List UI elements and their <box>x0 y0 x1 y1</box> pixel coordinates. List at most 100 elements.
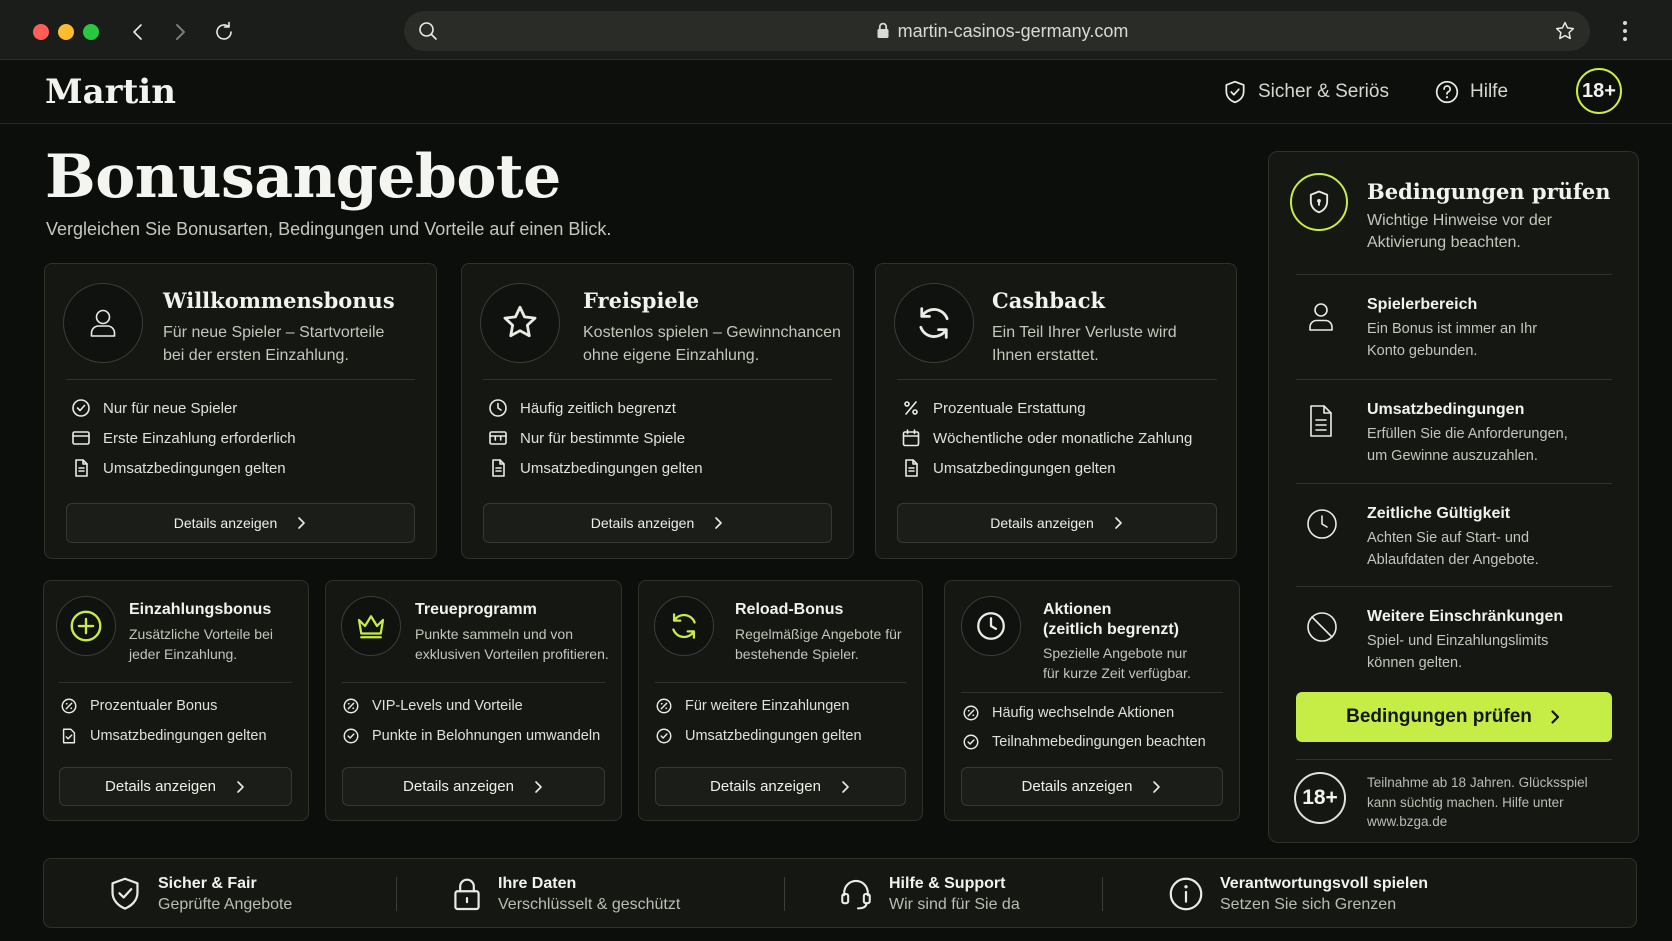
url-text: martin-casinos-germany.com <box>897 21 1129 41</box>
details-button[interactable]: Details anzeigen <box>961 767 1223 806</box>
clock-icon <box>961 596 1021 656</box>
document-icon <box>71 458 91 478</box>
sidebar-divider <box>1296 586 1612 587</box>
sidebar-item-desc: Achten Sie auf Start- und <box>1367 530 1530 546</box>
sidebar-item-title: Umsatzbedingungen <box>1367 401 1525 418</box>
slot-icon <box>488 428 508 448</box>
nav-link-sicher[interactable]: Sicher & Seriös <box>1222 78 1389 106</box>
chevron-right-icon <box>295 516 307 530</box>
refresh-icon <box>654 596 714 656</box>
card-feature: Erste Einzahlung erforderlich <box>71 428 296 448</box>
sidebar-item-desc: Ein Bonus ist immer an Ihr <box>1367 321 1538 337</box>
reload-button[interactable] <box>210 18 238 46</box>
sidebar-item-desc: können gelten. <box>1367 654 1463 671</box>
nav-link-hilfe[interactable]: Hilfe <box>1434 78 1508 106</box>
card-desc-line: bestehende Spieler. <box>735 646 859 663</box>
bonus-card-aktionen: Aktionen (zeitlich begrenzt) Spezielle A… <box>944 580 1240 821</box>
button-label: Details anzeigen <box>105 778 216 795</box>
nav-link-label: Sicher & Seriös <box>1258 81 1389 102</box>
footer-item-sub: Verschlüsselt & geschützt <box>498 895 681 913</box>
details-button[interactable]: Details anzeigen <box>342 767 605 806</box>
card-feature: Umsatzbedingungen gelten <box>655 727 862 745</box>
details-button[interactable]: Details anzeigen <box>59 767 292 806</box>
sidebar-item-desc: Erfüllen Sie die Anforderungen, <box>1367 426 1568 442</box>
site-logo[interactable]: Martin <box>45 72 176 112</box>
address-bar[interactable]: martin-casinos-germany.com <box>404 11 1590 51</box>
footer-item-title: Sicher & Fair <box>158 874 257 892</box>
sidebar-subtitle-line: Wichtige Hinweise vor der <box>1367 212 1552 229</box>
details-button[interactable]: Details anzeigen <box>66 503 415 543</box>
bonus-card-einzahlungsbonus: Einzahlungsbonus Zusätzliche Vorteile be… <box>43 580 309 821</box>
trust-footer: Sicher & Fair Geprüfte Angebote Ihre Dat… <box>43 858 1637 928</box>
clock-icon <box>488 398 508 418</box>
sidebar-subtitle-line: Aktivierung beachten. <box>1367 234 1521 252</box>
chevron-right-icon <box>1548 709 1562 725</box>
sidebar-divider <box>1296 759 1612 760</box>
shield-icon <box>1290 173 1348 231</box>
feature-label: Teilnahmebedingungen beachten <box>992 734 1206 750</box>
minimize-window-button[interactable] <box>58 24 74 40</box>
browser-menu-icon[interactable] <box>1622 20 1628 42</box>
feature-label: Umsatzbedingungen gelten <box>103 459 286 477</box>
document-icon <box>1305 403 1337 439</box>
card-feature: Punkte in Belohnungen umwandeln <box>342 727 600 745</box>
document-icon <box>488 458 508 478</box>
card-desc-line: Regelmäßige Angebote für <box>735 626 902 642</box>
sidebar-divider <box>1296 483 1612 484</box>
card-feature: Für weitere Einzahlungen <box>655 697 849 715</box>
footer-item-hilfe-support[interactable]: Hilfe & Support Wir sind für Sie da <box>839 859 1020 929</box>
sidebar-item-desc: Spiel- und Einzahlungslimits <box>1367 633 1549 649</box>
card-title-line: (zeitlich begrenzt) <box>1043 621 1180 638</box>
button-label: Details anzeigen <box>403 778 514 795</box>
user-icon <box>1305 299 1337 335</box>
button-label: Details anzeigen <box>173 515 278 531</box>
feature-label: VIP-Levels und Vorteile <box>372 698 523 714</box>
percent-badge-icon <box>342 697 360 715</box>
details-button[interactable]: Details anzeigen <box>897 503 1217 543</box>
headset-icon <box>839 877 873 911</box>
feature-label: Prozentualer Bonus <box>90 698 218 714</box>
button-label: Details anzeigen <box>590 515 695 531</box>
card-divider <box>66 379 415 380</box>
disclaimer-link[interactable]: www.bzga.de <box>1367 812 1588 832</box>
details-button[interactable]: Details anzeigen <box>655 767 906 806</box>
disclaimer-line: kann süchtig machen. Hilfe unter <box>1367 794 1564 810</box>
card-title: Aktionen <box>1043 601 1112 618</box>
feature-label: Punkte in Belohnungen umwandeln <box>372 728 601 744</box>
chevron-right-icon <box>532 780 544 794</box>
card-desc-line: Zusätzliche Vorteile bei <box>129 626 273 642</box>
sidebar-item-desc: Konto gebunden. <box>1367 342 1478 359</box>
close-window-button[interactable] <box>33 24 49 40</box>
card-feature: Nur für bestimmte Spiele <box>488 428 685 448</box>
card-title: Reload-Bonus <box>735 601 844 618</box>
footer-item-verantwortungsvoll[interactable]: Verantwortungsvoll spielen Setzen Sie si… <box>1168 859 1428 929</box>
refresh-icon <box>894 283 974 363</box>
forward-button[interactable] <box>166 18 194 46</box>
card-divider <box>59 682 292 683</box>
check-circle-icon <box>71 398 91 418</box>
card-feature: Prozentualer Bonus <box>60 697 217 715</box>
card-desc-line: Punkte sammeln und von <box>415 626 573 642</box>
shield-check-icon <box>1222 79 1248 105</box>
percent-badge-icon <box>60 697 78 715</box>
chevron-right-icon <box>712 516 724 530</box>
card-divider <box>655 682 906 683</box>
card-feature: Umsatzbedingungen gelten <box>488 458 703 478</box>
details-button[interactable]: Details anzeigen <box>483 503 832 543</box>
card-desc-line: exklusiven Vorteilen profitieren. <box>415 646 609 663</box>
button-label: Details anzeigen <box>990 515 1094 531</box>
age-18-badge: 18+ <box>1576 68 1622 114</box>
info-icon <box>1168 876 1204 912</box>
bonus-card-reload-bonus: Reload-Bonus Regelmäßige Angebote für be… <box>638 580 923 821</box>
feature-label: Umsatzbedingungen gelten <box>933 459 1116 477</box>
check-badge-icon <box>655 727 673 745</box>
browser-chrome: martin-casinos-germany.com <box>0 0 1672 60</box>
maximize-window-button[interactable] <box>83 24 99 40</box>
check-conditions-button[interactable]: Bedingungen prüfen <box>1296 692 1612 742</box>
sidebar-item-title: Zeitliche Gültigkeit <box>1367 505 1511 522</box>
sidebar-item-title: Weitere Einschränkungen <box>1367 608 1564 625</box>
back-button[interactable] <box>124 18 152 46</box>
footer-item-title: Hilfe & Support <box>889 874 1006 892</box>
bonus-card-freispiele: Freispiele Kostenlos spielen – Gewinncha… <box>461 263 854 559</box>
bookmark-star-icon[interactable] <box>1554 20 1576 42</box>
